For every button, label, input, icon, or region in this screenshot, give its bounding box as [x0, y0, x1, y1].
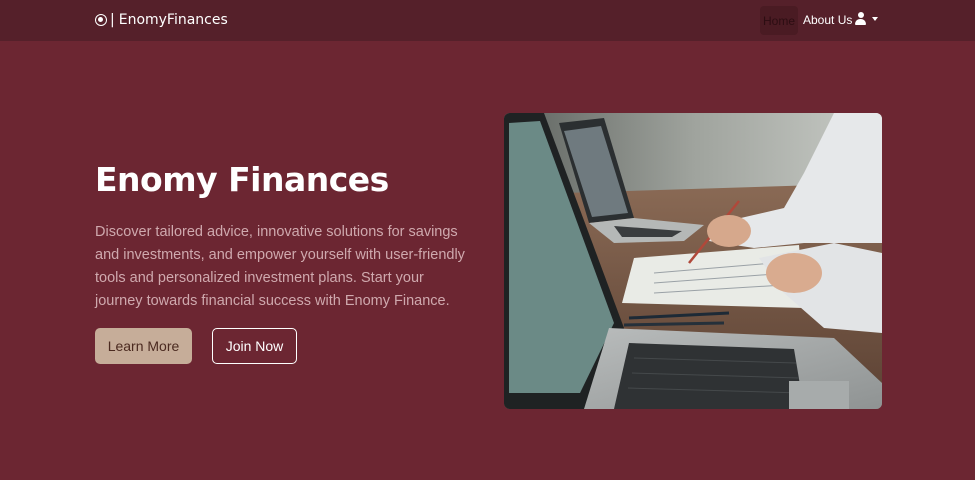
hero-image — [504, 113, 882, 409]
hero-description: Discover tailored advice, innovative sol… — [95, 224, 465, 309]
hero-title: Enomy Finances — [95, 160, 389, 199]
nav-link-home[interactable]: Home — [760, 6, 798, 35]
learn-more-button[interactable]: Learn More — [95, 328, 192, 364]
nav-link-about[interactable]: About Us — [803, 13, 852, 27]
brand-link[interactable]: | EnomyFinances — [95, 10, 228, 30]
user-menu-toggle[interactable] — [855, 12, 878, 25]
user-icon — [855, 12, 866, 25]
caret-down-icon — [872, 16, 878, 21]
brand-name: EnomyFinances — [118, 12, 228, 28]
brand-logo-icon — [95, 14, 107, 26]
navbar: | EnomyFinances Home About Us — [0, 0, 975, 41]
join-now-button[interactable]: Join Now — [212, 328, 297, 364]
brand-separator: | — [110, 12, 115, 28]
